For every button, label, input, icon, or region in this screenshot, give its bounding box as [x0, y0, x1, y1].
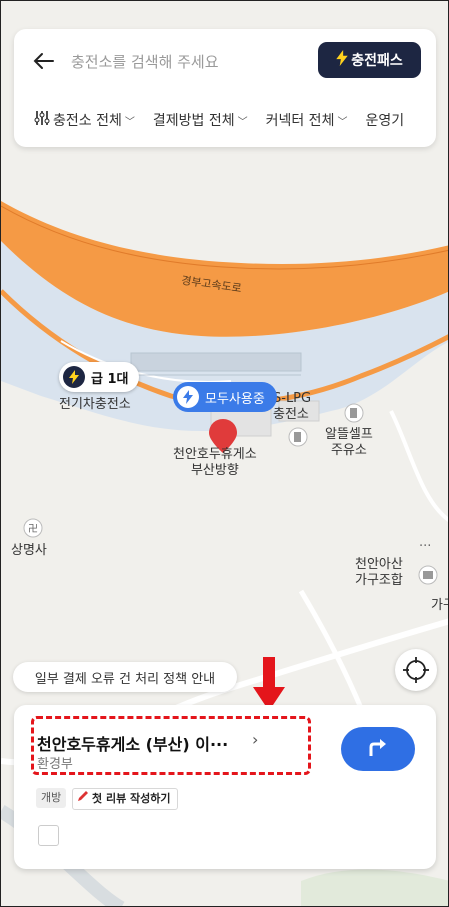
partial-label: 가구 — [431, 598, 448, 613]
write-review-button[interactable]: 첫 리뷰 작성하기 — [72, 788, 178, 810]
back-arrow-icon[interactable] — [32, 49, 56, 73]
ev-station-label: 전기차충전소 — [59, 397, 131, 412]
svg-text:卍: 卍 — [28, 523, 38, 535]
status-badge[interactable]: 모두사용중 — [173, 382, 277, 412]
lpg-station-line1: S-LPG — [273, 391, 312, 406]
station-operator: 환경부 — [37, 757, 73, 772]
fast-charger-badge[interactable]: 급 1대 — [59, 362, 139, 392]
charge-pass-button[interactable]: 충전패스 — [318, 42, 421, 78]
furniture-line2: 가구조합 — [355, 573, 403, 588]
favorite-checkbox[interactable] — [38, 825, 59, 846]
shop-icon — [418, 565, 438, 585]
chevron-right-icon[interactable]: › — [252, 730, 258, 749]
gas-station-line1: 알뜰셀프 — [325, 427, 373, 442]
route-arrow-icon — [367, 736, 389, 762]
filter-payment[interactable]: 결제방법 전체 ﹀ — [153, 109, 248, 131]
open-tag: 개방 — [36, 788, 67, 808]
gas-icon — [344, 403, 364, 423]
temple-label: 상명사 — [11, 543, 47, 558]
charge-pass-label: 충전패스 — [351, 53, 403, 69]
gas-station-line2: 주유소 — [330, 443, 367, 458]
search-input[interactable]: 충전소를 검색해 주세요 — [71, 51, 219, 72]
more-dots: ··· — [419, 539, 432, 554]
gas-icon — [288, 427, 308, 447]
rest-area-line2: 부산방향 — [190, 463, 239, 478]
gas-station-label: 알뜰셀프 주유소 — [325, 427, 373, 459]
write-review-label: 첫 리뷰 작성하기 — [92, 792, 171, 805]
temple-icon: 卍 — [23, 518, 43, 538]
station-card[interactable]: 천안호두휴게소 (부산) 이··· › 환경부 개방 첫 리뷰 작성하기 — [14, 705, 436, 869]
lightning-icon — [177, 386, 199, 408]
lpg-station-line2: 충전소 — [273, 407, 309, 422]
search-panel: 충전소를 검색해 주세요 충전패스 충전소 전체 ﹀ 결제방법 전체 ﹀ 커넥터… — [14, 29, 436, 147]
filter-station[interactable]: 충전소 전체 ﹀ — [34, 109, 135, 131]
pencil-icon — [77, 789, 89, 809]
chevron-down-icon: ﹀ — [337, 116, 348, 128]
filter-bar: 충전소 전체 ﹀ 결제방법 전체 ﹀ 커넥터 전체 ﹀ 운영기 — [34, 109, 436, 131]
status-badge-label: 모두사용중 — [205, 391, 265, 407]
rest-area-line1: 천안호두휴게소 — [173, 447, 257, 462]
chevron-down-icon: ﹀ — [124, 116, 135, 128]
app-screen: 卍 경부고속도로 전기차충전소 S-LPG 충전소 알뜰셀프 주유소 천안호두휴… — [0, 0, 449, 907]
notice-pill[interactable]: 일부 결제 오류 건 처리 정책 안내 — [13, 662, 237, 692]
route-button[interactable] — [341, 727, 415, 771]
filter-connector-label: 커넥터 전체 — [265, 113, 335, 129]
chevron-down-icon: ﹀ — [237, 116, 248, 128]
furniture-label: 천안아산 가구조합 — [355, 557, 403, 589]
lightning-icon — [336, 50, 348, 70]
rest-area-label: 천안호두휴게소 부산방향 — [173, 447, 257, 479]
fast-badge-label: 급 1대 — [91, 371, 129, 387]
station-name[interactable]: 천안호두휴게소 (부산) 이··· — [37, 731, 228, 755]
gps-target-icon[interactable] — [395, 649, 437, 691]
filter-connector[interactable]: 커넥터 전체 ﹀ — [266, 109, 348, 131]
filter-operator[interactable]: 운영기 — [365, 109, 404, 131]
lightning-icon — [63, 366, 85, 388]
filter-sliders-icon — [34, 110, 50, 130]
filter-station-label: 충전소 전체 — [53, 113, 122, 129]
lpg-station-label: S-LPG 충전소 — [273, 391, 311, 423]
furniture-line1: 천안아산 — [355, 557, 403, 572]
filter-operator-label: 운영기 — [365, 113, 405, 129]
filter-payment-label: 결제방법 전체 — [152, 113, 235, 129]
